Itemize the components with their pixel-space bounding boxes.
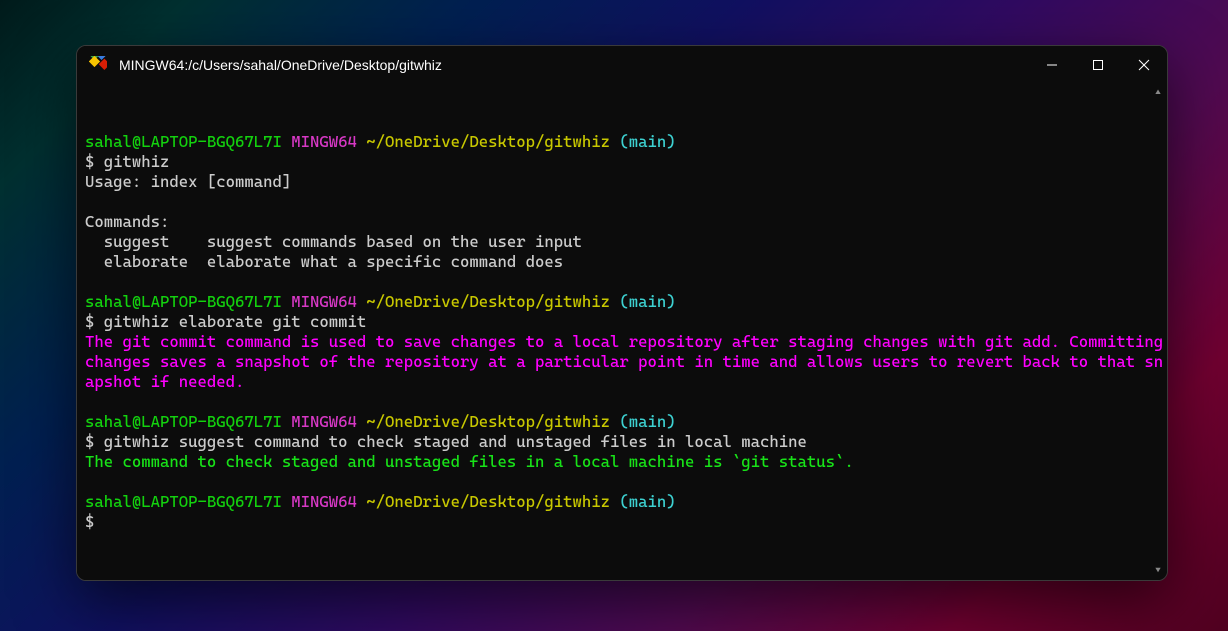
prompt-env: MINGW64 <box>291 412 357 431</box>
command-2: gitwhiz elaborate git commit <box>104 312 367 331</box>
window-controls <box>1029 46 1167 84</box>
prompt-userhost: sahal@LAPTOP-BGQ67L7I <box>85 132 282 151</box>
prompt-line: sahal@LAPTOP-BGQ67L7I MINGW64 ~/OneDrive… <box>85 492 676 511</box>
prompt-env: MINGW64 <box>291 492 357 511</box>
terminal-window: MINGW64:/c/Users/sahal/OneDrive/Desktop/… <box>76 45 1168 581</box>
prompt-path: ~/OneDrive/Desktop/gitwhiz <box>366 412 610 431</box>
prompt-env: MINGW64 <box>291 292 357 311</box>
elaborate-desc: elaborate what a specific command does <box>198 252 564 271</box>
elaborate-output: The git commit command is used to save c… <box>85 332 1167 391</box>
suggest-desc: suggest commands based on the user input <box>198 232 582 251</box>
prompt-path: ~/OneDrive/Desktop/gitwhiz <box>366 492 610 511</box>
command-3: gitwhiz suggest command to check staged … <box>104 432 807 451</box>
prompt-line: sahal@LAPTOP-BGQ67L7I MINGW64 ~/OneDrive… <box>85 292 676 311</box>
command-1: gitwhiz <box>104 152 170 171</box>
prompt-path: ~/OneDrive/Desktop/gitwhiz <box>366 132 610 151</box>
prompt-symbol: $ <box>85 312 94 331</box>
prompt-branch: (main) <box>619 132 675 151</box>
close-button[interactable] <box>1121 46 1167 84</box>
prompt-userhost: sahal@LAPTOP-BGQ67L7I <box>85 292 282 311</box>
scroll-down-icon[interactable]: ▼ <box>1151 564 1165 578</box>
scrollbar[interactable]: ▲ ▼ <box>1151 84 1165 580</box>
commands-label: Commands: <box>85 212 169 231</box>
prompt-branch: (main) <box>619 412 675 431</box>
prompt-branch: (main) <box>619 292 675 311</box>
prompt-symbol: $ <box>85 432 94 451</box>
prompt-line: sahal@LAPTOP-BGQ67L7I MINGW64 ~/OneDrive… <box>85 412 676 431</box>
prompt-branch: (main) <box>619 492 675 511</box>
suggest-output: The command to check staged and unstaged… <box>85 452 854 471</box>
suggest-name: suggest <box>85 232 198 251</box>
git-bash-icon <box>89 56 107 74</box>
scroll-up-icon[interactable]: ▲ <box>1151 86 1165 100</box>
prompt-userhost: sahal@LAPTOP-BGQ67L7I <box>85 492 282 511</box>
window-title: MINGW64:/c/Users/sahal/OneDrive/Desktop/… <box>119 57 442 73</box>
prompt-symbol: $ <box>85 512 94 531</box>
terminal-content: sahal@LAPTOP-BGQ67L7I MINGW64 ~/OneDrive… <box>85 132 1167 532</box>
prompt-symbol: $ <box>85 152 94 171</box>
prompt-path: ~/OneDrive/Desktop/gitwhiz <box>366 292 610 311</box>
prompt-env: MINGW64 <box>291 132 357 151</box>
terminal-body[interactable]: sahal@LAPTOP-BGQ67L7I MINGW64 ~/OneDrive… <box>77 84 1167 580</box>
prompt-line: sahal@LAPTOP-BGQ67L7I MINGW64 ~/OneDrive… <box>85 132 676 151</box>
prompt-userhost: sahal@LAPTOP-BGQ67L7I <box>85 412 282 431</box>
titlebar[interactable]: MINGW64:/c/Users/sahal/OneDrive/Desktop/… <box>77 46 1167 84</box>
maximize-button[interactable] <box>1075 46 1121 84</box>
usage-line: Usage: index [command] <box>85 172 291 191</box>
minimize-button[interactable] <box>1029 46 1075 84</box>
elaborate-name: elaborate <box>85 252 198 271</box>
